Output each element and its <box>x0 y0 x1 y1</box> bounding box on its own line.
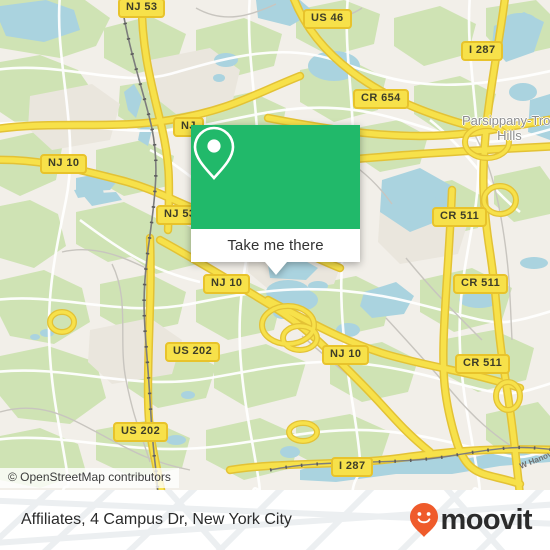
popup-pointer-tail <box>264 262 287 275</box>
popup-header <box>191 125 360 229</box>
place-label-line: Hills <box>497 128 522 143</box>
moovit-wordmark: moovit <box>440 503 533 536</box>
highway-shield: CR 654 <box>353 89 409 109</box>
location-title: Affiliates, 4 Campus Dr, New York City <box>21 511 292 528</box>
take-me-there-label: Take me there <box>227 237 324 254</box>
highway-shield: US 202 <box>113 422 169 442</box>
place-label: Parsippany-Troy Hills <box>462 113 550 143</box>
place-label-line: Parsippany-Troy <box>462 113 550 128</box>
take-me-there-button[interactable]: Take me there <box>191 229 360 262</box>
moovit-brand[interactable]: moovit <box>409 490 533 550</box>
highway-shield: CR 511 <box>453 274 509 294</box>
highway-shield: NJ 10 <box>322 345 370 365</box>
highway-shield: CR 511 <box>432 207 488 227</box>
moovit-smiley-pin-icon <box>409 503 438 537</box>
highway-shield: I 287 <box>331 457 374 477</box>
highway-shield: NJ 10 <box>40 154 88 174</box>
highway-shield: NJ 53 <box>118 0 166 18</box>
map-screenshot: NJ 53 US 46 I 287 CR 654 NJ NJ 10 NJ 53 CR 511 N… <box>0 0 550 550</box>
map-canvas[interactable]: NJ 53 US 46 I 287 CR 654 NJ NJ 10 NJ 53 CR 511 N… <box>0 0 550 490</box>
highway-shield: CR 511 <box>455 354 511 374</box>
highway-shield: US 202 <box>165 342 221 362</box>
location-popup-card[interactable]: Take me there <box>191 125 360 275</box>
map-attribution[interactable]: © OpenStreetMap contributors <box>0 468 179 488</box>
highway-shield: I 287 <box>461 41 504 61</box>
highway-shield: NJ 10 <box>203 274 251 294</box>
highway-shield: US 46 <box>303 9 352 29</box>
map-pin-icon <box>193 126 235 180</box>
footer-bar: Affiliates, 4 Campus Dr, New York City m… <box>0 490 550 550</box>
